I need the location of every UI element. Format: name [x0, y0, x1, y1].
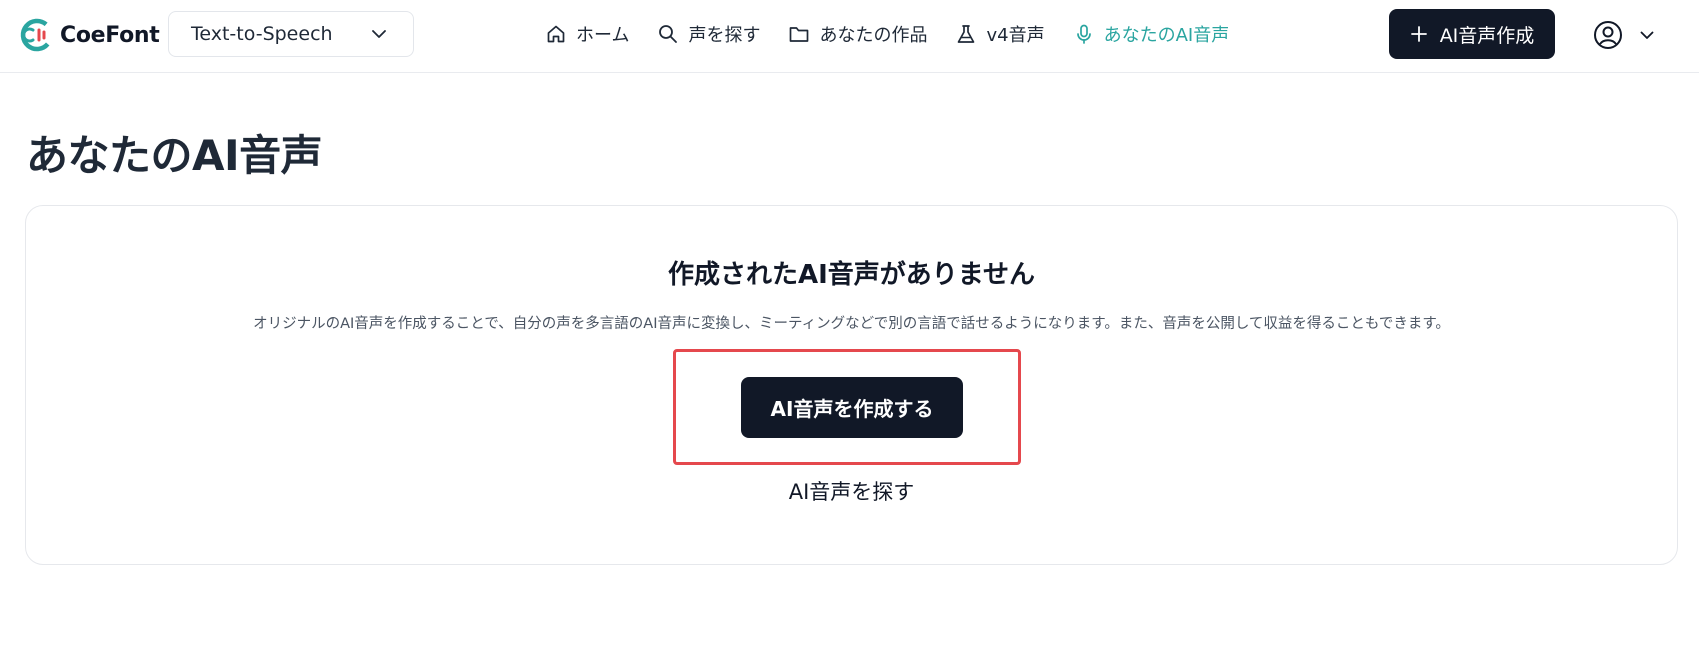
account-menu[interactable] — [1592, 18, 1656, 52]
nav-item-label: 声を探す — [688, 25, 761, 46]
product-select-dropdown[interactable]: Text-to-Speech — [168, 11, 414, 57]
folder-icon — [790, 27, 809, 42]
chevron-down-icon — [372, 30, 386, 38]
top-navigation-bar: CoeFont Text-to-Speech ホーム 声を探す あなたの作品 v… — [0, 0, 1699, 73]
nav-item-your-works[interactable]: あなたの作品 — [788, 21, 927, 47]
user-avatar-icon — [1594, 21, 1622, 49]
search-icon — [659, 25, 678, 43]
logo-text: CoeFont — [60, 22, 160, 48]
main-nav: ホーム 声を探す あなたの作品 v4音声 あなたのAI音声 — [545, 16, 1229, 52]
nav-item-search-voices[interactable]: 声を探す — [657, 21, 760, 47]
home-icon — [547, 25, 565, 43]
page-title: あなたのAI音声 — [26, 131, 323, 180]
coefont-logo-icon — [20, 18, 54, 52]
nav-item-label: v4音声 — [986, 25, 1045, 46]
nav-item-label: あなたの作品 — [819, 25, 928, 46]
chevron-down-icon — [1640, 31, 1654, 39]
create-button-label: AI音声作成 — [1439, 24, 1535, 47]
create-ai-voice-header-button[interactable]: AI音声作成 — [1389, 9, 1555, 59]
nav-item-your-ai-voice[interactable]: あなたのAI音声 — [1073, 21, 1230, 47]
coefont-logo[interactable]: CoeFont — [20, 18, 160, 52]
plus-icon — [1410, 26, 1427, 42]
product-select-value: Text-to-Speech — [191, 23, 333, 45]
microphone-icon — [1076, 24, 1091, 44]
find-ai-voice-link[interactable]: AI音声を探す — [26, 476, 1677, 506]
nav-item-label: あなたのAI音声 — [1103, 25, 1230, 46]
nav-item-home[interactable]: ホーム — [545, 21, 629, 47]
empty-state-title: 作成されたAI音声がありません — [667, 260, 1036, 290]
nav-item-v4-voice[interactable]: v4音声 — [955, 21, 1045, 47]
empty-state-description: オリジナルのAI音声を作成することで、自分の声を多言語のAI音声に変換し、ミーテ… — [253, 316, 1450, 332]
flask-icon — [958, 25, 975, 43]
create-ai-voice-button[interactable]: AI音声を作成する — [741, 377, 963, 438]
nav-item-label: ホーム — [576, 25, 630, 46]
empty-state-card: 作成されたAI音声がありません オリジナルのAI音声を作成することで、自分の声を… — [25, 205, 1678, 565]
